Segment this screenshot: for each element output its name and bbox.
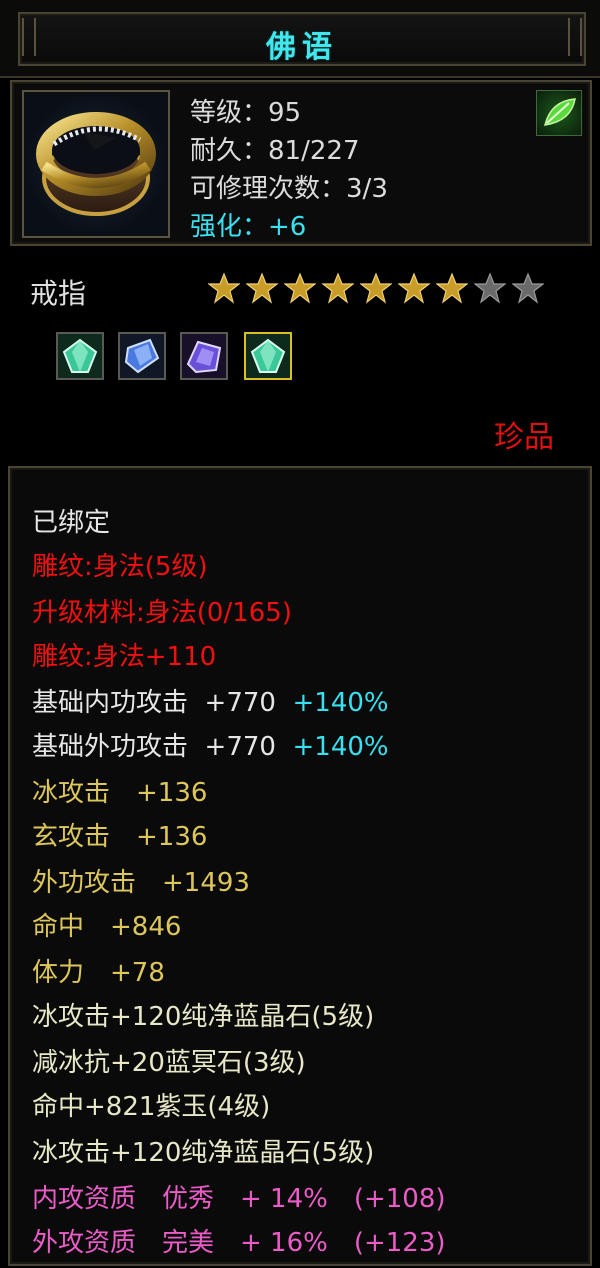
enhance-stat: 强化：+6 xyxy=(190,206,306,243)
star-empty-icon xyxy=(512,272,544,304)
gem-bonus-line-3: 命中+821紫玉(4级) xyxy=(32,1092,271,1122)
stamina-line: 体力 +78 xyxy=(32,958,165,988)
star-filled-icon xyxy=(284,272,316,304)
level-stat: 等级：95 xyxy=(190,92,301,129)
bound-status: 已绑定 xyxy=(32,508,111,538)
star-filled-icon xyxy=(322,272,354,304)
level-value: 95 xyxy=(268,98,302,128)
star-filled-icon xyxy=(436,272,468,304)
star-filled-icon xyxy=(360,272,392,304)
engrave-bonus-line: 雕纹:身法+110 xyxy=(32,642,217,672)
item-type-label: 戒指 xyxy=(30,277,87,310)
title-frame: 佛语 xyxy=(0,0,600,78)
outer-attack-percent: +140% xyxy=(292,732,389,762)
star-rating xyxy=(208,272,544,306)
item-title: 佛语 xyxy=(266,30,338,65)
star-filled-icon xyxy=(398,272,430,304)
inner-attack-label: 基础内功攻击 xyxy=(32,688,189,718)
engrave-line: 雕纹:身法(5级) xyxy=(32,552,208,582)
title-bar: 佛语 xyxy=(18,12,586,66)
upgrade-material-line: 升级材料:身法(0/165) xyxy=(32,598,292,628)
hit-line: 命中 +846 xyxy=(32,912,182,942)
gem-bonus-line-1: 冰攻击+120纯净蓝晶石(5级) xyxy=(32,1002,375,1032)
item-header-panel: 等级：95 耐久：81/227 可修理次数：3/3 强化：+6 xyxy=(10,80,592,246)
description-panel: 已绑定 雕纹:身法(5级) 升级材料:身法(0/165) 雕纹:身法+110 基… xyxy=(8,466,592,1266)
ring-icon xyxy=(22,90,170,238)
leaf-icon[interactable] xyxy=(536,90,582,136)
green-diamond-gem-icon[interactable] xyxy=(56,332,104,380)
durability-value: 81/227 xyxy=(268,136,360,166)
gem-bonus-line-4: 冰攻击+120纯净蓝晶石(5级) xyxy=(32,1138,375,1168)
inner-quality-line: 内攻资质 优秀 + 14% (+108) xyxy=(32,1184,446,1214)
enhance-value: +6 xyxy=(268,212,307,242)
gem-bonus-line-2: 减冰抗+20蓝冥石(3级) xyxy=(32,1048,306,1078)
repair-label: 可修理次数： xyxy=(190,174,347,204)
inner-attack-value: +770 xyxy=(204,688,276,718)
outer-attack-label: 基础外功攻击 xyxy=(32,732,189,762)
star-filled-icon xyxy=(208,272,240,304)
repair-value: 3/3 xyxy=(346,174,388,204)
green-diamond-gem-icon[interactable] xyxy=(244,332,292,380)
durability-label: 耐久： xyxy=(190,136,269,166)
enhance-label: 强化： xyxy=(190,212,269,242)
rarity-label: 珍品 xyxy=(494,420,554,455)
purple-crystal-gem-icon[interactable] xyxy=(180,332,228,380)
inner-attack-percent: +140% xyxy=(292,688,389,718)
blue-crystal-gem-icon[interactable] xyxy=(118,332,166,380)
level-label: 等级： xyxy=(190,98,269,128)
durability-stat: 耐久：81/227 xyxy=(190,130,360,167)
star-empty-icon xyxy=(474,272,506,304)
star-filled-icon xyxy=(246,272,278,304)
outer-attack-bonus-line: 外功攻击 +1493 xyxy=(32,868,250,898)
inner-attack-line: 基础内功攻击 +770 +140% xyxy=(32,682,389,719)
repair-count-stat: 可修理次数：3/3 xyxy=(190,168,388,205)
outer-attack-line: 基础外功攻击 +770 +140% xyxy=(32,726,389,763)
outer-quality-line: 外攻资质 完美 + 16% (+123) xyxy=(32,1228,446,1258)
outer-attack-value: +770 xyxy=(204,732,276,762)
mystic-attack-line: 玄攻击 +136 xyxy=(32,822,208,852)
ice-attack-line: 冰攻击 +136 xyxy=(32,778,208,808)
